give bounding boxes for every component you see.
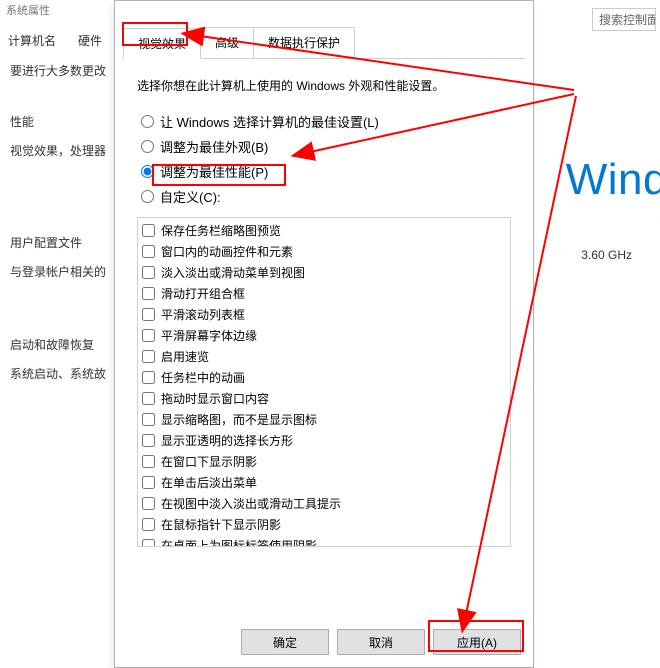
- bg-group-performance-line: 视觉效果，处理器: [10, 140, 106, 163]
- checkbox-label: 在鼠标指针下显示阴影: [161, 516, 281, 533]
- bg-tab-hardware[interactable]: 硬件: [70, 28, 110, 53]
- checkbox-label: 显示亚透明的选择长方形: [161, 432, 293, 449]
- checkbox-item[interactable]: 显示缩略图，而不是显示图标: [142, 409, 506, 430]
- button-bar: 确定 取消 应用(A): [241, 629, 521, 655]
- checkbox-label: 淡入淡出或滑动菜单到视图: [161, 264, 305, 281]
- bg-group-user-title: 用户配置文件: [10, 232, 106, 255]
- bg-group-startup-line: 系统启动、系统故: [10, 363, 106, 386]
- checkbox-input[interactable]: [142, 413, 155, 426]
- tab-visual-effects[interactable]: 视觉效果: [123, 28, 201, 59]
- radio-group: 让 Windows 选择计算机的最佳设置(L) 调整为最佳外观(B) 调整为最佳…: [139, 109, 513, 209]
- checkbox-label: 拖动时显示窗口内容: [161, 390, 269, 407]
- checkbox-input[interactable]: [142, 476, 155, 489]
- bg-tab-computer-name[interactable]: 计算机名: [0, 28, 64, 53]
- dialog-tabs: 视觉效果 高级 数据执行保护: [123, 27, 525, 59]
- bg-title: 系统属性: [6, 2, 50, 18]
- checkbox-label: 启用速览: [161, 348, 209, 365]
- checkbox-label: 窗口内的动画控件和元素: [161, 243, 293, 260]
- checkbox-label: 在视图中淡入淡出或滑动工具提示: [161, 495, 341, 512]
- radio-auto-input[interactable]: [141, 115, 154, 128]
- checkbox-input[interactable]: [142, 287, 155, 300]
- checkbox-label: 保存任务栏缩略图预览: [161, 222, 281, 239]
- checkbox-label: 在窗口下显示阴影: [161, 453, 257, 470]
- bg-line-top: 要进行大多数更改: [10, 60, 106, 83]
- radio-best-performance[interactable]: 调整为最佳性能(P): [139, 159, 513, 184]
- radio-auto-label: 让 Windows 选择计算机的最佳设置(L): [160, 112, 379, 131]
- checkbox-input[interactable]: [142, 224, 155, 237]
- checkbox-input[interactable]: [142, 434, 155, 447]
- checkbox-item[interactable]: 在桌面上为图标标签使用阴影: [142, 535, 506, 547]
- checkbox-item[interactable]: 滑动打开组合框: [142, 283, 506, 304]
- checkbox-list[interactable]: 保存任务栏缩略图预览窗口内的动画控件和元素淡入淡出或滑动菜单到视图滑动打开组合框…: [137, 217, 511, 547]
- checkbox-item[interactable]: 显示亚透明的选择长方形: [142, 430, 506, 451]
- checkbox-label: 在单击后淡出菜单: [161, 474, 257, 491]
- checkbox-item[interactable]: 在单击后淡出菜单: [142, 472, 506, 493]
- dialog-description: 选择你想在此计算机上使用的 Windows 外观和性能设置。: [137, 77, 511, 95]
- dialog-content: 选择你想在此计算机上使用的 Windows 外观和性能设置。 让 Windows…: [115, 59, 533, 553]
- windows-brand-text: Wind: [566, 155, 660, 205]
- checkbox-input[interactable]: [142, 266, 155, 279]
- ok-button[interactable]: 确定: [241, 629, 329, 655]
- checkbox-label: 任务栏中的动画: [161, 369, 245, 386]
- search-box[interactable]: 搜索控制面: [592, 8, 656, 31]
- bg-group-performance-title: 性能: [10, 111, 106, 134]
- checkbox-item[interactable]: 保存任务栏缩略图预览: [142, 220, 506, 241]
- checkbox-item[interactable]: 平滑滚动列表框: [142, 304, 506, 325]
- radio-best-performance-label: 调整为最佳性能(P): [160, 162, 268, 181]
- radio-best-performance-input[interactable]: [141, 165, 154, 178]
- dialog-titlebar: 性能选项: [115, 1, 533, 21]
- tab-advanced[interactable]: 高级: [200, 27, 254, 58]
- checkbox-input[interactable]: [142, 497, 155, 510]
- cpu-ghz-label: 3.60 GHz: [581, 248, 632, 262]
- bg-group-user-line: 与登录帐户相关的: [10, 261, 106, 284]
- checkbox-input[interactable]: [142, 518, 155, 531]
- checkbox-input[interactable]: [142, 308, 155, 321]
- checkbox-item[interactable]: 在鼠标指针下显示阴影: [142, 514, 506, 535]
- checkbox-item[interactable]: 在窗口下显示阴影: [142, 451, 506, 472]
- checkbox-label: 滑动打开组合框: [161, 285, 245, 302]
- checkbox-item[interactable]: 拖动时显示窗口内容: [142, 388, 506, 409]
- checkbox-item[interactable]: 在视图中淡入淡出或滑动工具提示: [142, 493, 506, 514]
- checkbox-item[interactable]: 平滑屏幕字体边缘: [142, 325, 506, 346]
- checkbox-input[interactable]: [142, 329, 155, 342]
- checkbox-item[interactable]: 窗口内的动画控件和元素: [142, 241, 506, 262]
- tab-dep[interactable]: 数据执行保护: [253, 27, 355, 58]
- checkbox-input[interactable]: [142, 392, 155, 405]
- checkbox-label: 显示缩略图，而不是显示图标: [161, 411, 317, 428]
- checkbox-label: 平滑屏幕字体边缘: [161, 327, 257, 344]
- radio-auto[interactable]: 让 Windows 选择计算机的最佳设置(L): [139, 109, 513, 134]
- checkbox-item[interactable]: 淡入淡出或滑动菜单到视图: [142, 262, 506, 283]
- radio-custom-input[interactable]: [141, 190, 154, 203]
- checkbox-input[interactable]: [142, 245, 155, 258]
- checkbox-input[interactable]: [142, 371, 155, 384]
- cancel-button[interactable]: 取消: [337, 629, 425, 655]
- radio-best-appearance[interactable]: 调整为最佳外观(B): [139, 134, 513, 159]
- checkbox-item[interactable]: 启用速览: [142, 346, 506, 367]
- checkbox-input[interactable]: [142, 539, 155, 547]
- radio-custom[interactable]: 自定义(C):: [139, 184, 513, 209]
- checkbox-input[interactable]: [142, 350, 155, 363]
- radio-best-appearance-input[interactable]: [141, 140, 154, 153]
- bg-group-startup-title: 启动和故障恢复: [10, 334, 106, 357]
- apply-button[interactable]: 应用(A): [433, 629, 521, 655]
- checkbox-label: 平滑滚动列表框: [161, 306, 245, 323]
- performance-options-dialog: 性能选项 视觉效果 高级 数据执行保护 选择你想在此计算机上使用的 Window…: [114, 0, 534, 668]
- checkbox-item[interactable]: 任务栏中的动画: [142, 367, 506, 388]
- checkbox-label: 在桌面上为图标标签使用阴影: [161, 537, 317, 547]
- radio-custom-label: 自定义(C):: [160, 187, 221, 206]
- checkbox-input[interactable]: [142, 455, 155, 468]
- radio-best-appearance-label: 调整为最佳外观(B): [160, 137, 268, 156]
